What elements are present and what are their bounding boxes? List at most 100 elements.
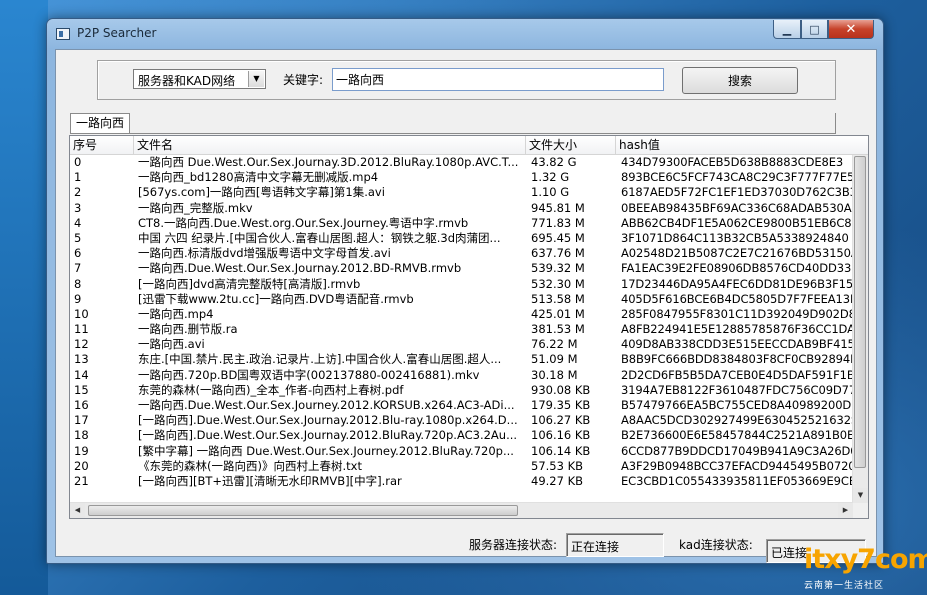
cell-size: 43.82 G (531, 155, 577, 169)
cell-size: 106.14 KB (531, 443, 591, 458)
table-row[interactable]: 2 [567ys.com]一路向西[粤语韩文字幕]第1集.avi 1.10 G 618… (70, 185, 852, 200)
cell-hash: A3F29B0948BCC37EFACD9445495B0720 (621, 458, 852, 473)
cell-filename: [繁中字幕] 一路向西 Due.West.Our.Sex.Journey.201… (138, 443, 514, 458)
column-header-size[interactable]: 文件大小 (526, 136, 616, 154)
scroll-right-arrow-icon[interactable]: ▶ (838, 503, 853, 518)
cell-index: 10 (74, 306, 89, 321)
cell-index: 21 (74, 473, 89, 488)
vertical-scrollbar[interactable]: ▼ (852, 155, 868, 503)
cell-index: 15 (74, 382, 89, 397)
server-status-label: 服务器连接状态: (469, 538, 558, 552)
table-row[interactable]: 1 一路向西_bd1280高清中文字幕无删减版.mp4 1.32 G 893BCE6C… (70, 170, 852, 185)
cell-hash: 3194A7EB8122F3610487FDC756C09D77 (621, 382, 852, 397)
cell-index: 0 (74, 155, 82, 169)
table-row[interactable]: 7 一路向西.Due.West.Our.Sex.Journay.2012.BD-R… (70, 261, 852, 276)
cell-size: 76.22 M (531, 337, 578, 352)
cell-size: 30.18 M (531, 367, 578, 382)
cell-index: 17 (74, 413, 89, 428)
cell-index: 19 (74, 443, 89, 458)
cell-size: 695.45 M (531, 230, 585, 245)
table-row[interactable]: 6 一路向西.标清版dvd增强版粤语中文字母首发.avi 637.76 M A0254… (70, 246, 852, 261)
table-row[interactable]: 14 一路向西.720p.BD国粤双语中字(002137880-002416881… (70, 368, 852, 383)
column-header-filename[interactable]: 文件名 (134, 136, 526, 154)
cell-filename: 一路向西.Due.West.Our.Sex.Journay.2012.BD-RM… (138, 261, 462, 276)
cell-filename: 东庄.[中国.禁片.民主.政治.记录片.上访].中国合伙人.富春山居图.超人..… (138, 352, 502, 367)
table-row[interactable]: 18 [一路向西].Due.West.Our.Sex.Journay.2012.B… (70, 428, 852, 443)
column-header-index[interactable]: 序号 (70, 136, 134, 154)
cell-filename: [一路向西].Due.West.Our.Sex.Journay.2012.Blu… (138, 428, 518, 443)
network-select[interactable]: 服务器和KAD网络 ▼ (133, 69, 266, 89)
table-row[interactable]: 0 一路向西 Due.West.Our.Sex.Journay.3D.2012.B… (70, 155, 852, 170)
cell-index: 6 (74, 246, 82, 261)
table-row[interactable]: 21 [一路向西][BT+迅雷][清晰无水印RMVB][中字].rar 49.27 … (70, 474, 852, 489)
watermark-tagline: 云南第一生活社区 (804, 581, 885, 591)
scroll-down-arrow-icon[interactable]: ▼ (853, 488, 868, 503)
results-list[interactable]: 序号 文件名 文件大小 hash值 0 一路向西 Due.West.Our.Sex… (69, 135, 869, 519)
cell-filename: CT8.一路向西.Due.West.org.Our.Sex.Journey.粤语… (138, 215, 469, 230)
cell-size: 106.27 KB (531, 413, 591, 428)
keyword-input[interactable] (332, 68, 664, 91)
table-row[interactable]: 10 一路向西.mp4 425.01 M 285F0847955F8301C11D39… (70, 307, 852, 322)
cell-index: 2 (74, 185, 82, 200)
cell-hash: 3F1071D864C113B32CB5A5338924840 (621, 230, 849, 245)
app-window: P2P Searcher ▁ □ ✕ 服务器和KAD网络 ▼ 关键字: 搜索 一… (46, 18, 884, 564)
cell-filename: 一路向西.Due.West.Our.Sex.Journey.2012.KORSU… (138, 398, 515, 412)
cell-size: 930.08 KB (531, 382, 591, 397)
title-bar[interactable]: P2P Searcher ▁ □ ✕ (47, 19, 883, 49)
cell-index: 4 (74, 215, 82, 230)
cell-hash: 405D5F616BCE6B4DC5805D7F7FEEA13B (621, 291, 852, 306)
vertical-scroll-thumb[interactable] (854, 156, 866, 468)
table-row[interactable]: 15 东莞的森林(一路向西)_全本_作者-向西村上春树.pdf 930.08 KB 3… (70, 383, 852, 398)
maximize-button[interactable]: □ (801, 20, 828, 39)
horizontal-scrollbar[interactable]: ◀ ▶ (70, 502, 853, 518)
cell-hash: B8B9FC666BDD8384803F8CF0CB92894E (621, 352, 852, 367)
search-button[interactable]: 搜索 (682, 67, 798, 94)
cell-hash: 409D8AB338CDD3E515EECCDAB9BF415 (621, 337, 852, 352)
cell-index: 3 (74, 200, 82, 215)
chevron-down-icon[interactable]: ▼ (248, 71, 264, 87)
maximize-icon: □ (809, 22, 820, 36)
cell-index: 9 (74, 291, 82, 306)
tab-search-result[interactable]: 一路向西 (70, 113, 131, 133)
table-row[interactable]: 3 一路向西_完整版.mkv 945.81 M 0BEEAB98435BF69AC33… (70, 201, 852, 216)
cell-hash: B57479766EA5BC755CED8A40989200D3 (621, 398, 852, 412)
cell-index: 14 (74, 367, 89, 382)
cell-filename: [一路向西][BT+迅雷][清晰无水印RMVB][中字].rar (138, 473, 402, 488)
minimize-button[interactable]: ▁ (773, 20, 801, 39)
column-header-hash[interactable]: hash值 (616, 136, 868, 154)
cell-hash: 893BCE6C5FCF743CA8C29C3F777F77E5 (621, 170, 852, 185)
cell-filename: [迅雷下载www.2tu.cc]一路向西.DVD粤语配音.rmvb (138, 291, 414, 306)
table-row[interactable]: 5 中国 六四 纪录片.[中国合伙人.富春山居图.超人：钢铁之躯.3d肉蒲团...… (70, 231, 852, 246)
scroll-left-arrow-icon[interactable]: ◀ (70, 503, 85, 518)
table-row[interactable]: 13 东庄.[中国.禁片.民主.政治.记录片.上访].中国合伙人.富春山居图.超人… (70, 352, 852, 367)
close-button[interactable]: ✕ (828, 20, 874, 39)
table-row[interactable]: 19 [繁中字幕] 一路向西 Due.West.Our.Sex.Journey.2… (70, 444, 852, 459)
cell-hash: A8AAC5DCD302927499E630452521632S (621, 413, 852, 428)
cell-size: 1.32 G (531, 170, 570, 185)
kad-status-label: kad连接状态: (679, 538, 753, 552)
list-rows: 0 一路向西 Due.West.Our.Sex.Journay.3D.2012.B… (70, 155, 852, 503)
table-row[interactable]: 17 [一路向西].Due.West.Our.Sex.Journay.2012.B… (70, 413, 852, 428)
cell-size: 532.30 M (531, 276, 585, 291)
cell-index: 11 (74, 322, 89, 337)
table-row[interactable]: 4 CT8.一路向西.Due.West.org.Our.Sex.Journey.粤… (70, 216, 852, 231)
table-row[interactable]: 11 一路向西.删节版.ra 381.53 M A8FB224941E5E128857… (70, 322, 852, 337)
table-row[interactable]: 9 [迅雷下载www.2tu.cc]一路向西.DVD粤语配音.rmvb 513.58… (70, 292, 852, 307)
network-select-value: 服务器和KAD网络 (138, 74, 236, 88)
cell-size: 945.81 M (531, 200, 585, 215)
cell-filename: [一路向西]dvd高清完整版特[高清版].rmvb (138, 276, 361, 291)
cell-filename: 一路向西.720p.BD国粤双语中字(002137880-002416881).… (138, 367, 480, 382)
cell-index: 20 (74, 458, 89, 473)
cell-filename: 一路向西.mp4 (138, 306, 214, 321)
table-row[interactable]: 12 一路向西.avi 76.22 M 409D8AB338CDD3E515EECCD… (70, 337, 852, 352)
cell-filename: 一路向西.标清版dvd增强版粤语中文字母首发.avi (138, 246, 391, 261)
table-row[interactable]: 20 《东莞的森林(一路向西)》向西村上春树.txt 57.53 KB A3F29B0… (70, 459, 852, 474)
cell-index: 5 (74, 230, 82, 245)
cell-index: 16 (74, 398, 89, 412)
table-row[interactable]: 16 一路向西.Due.West.Our.Sex.Journey.2012.KOR… (70, 398, 852, 413)
cell-index: 7 (74, 261, 82, 276)
cell-size: 513.58 M (531, 291, 585, 306)
cell-hash: 434D79300FACEB5D638B8883CDE8E3 (621, 155, 844, 169)
horizontal-scroll-thumb[interactable] (88, 505, 518, 516)
table-row[interactable]: 8 [一路向西]dvd高清完整版特[高清版].rmvb 532.30 M 17D234… (70, 277, 852, 292)
